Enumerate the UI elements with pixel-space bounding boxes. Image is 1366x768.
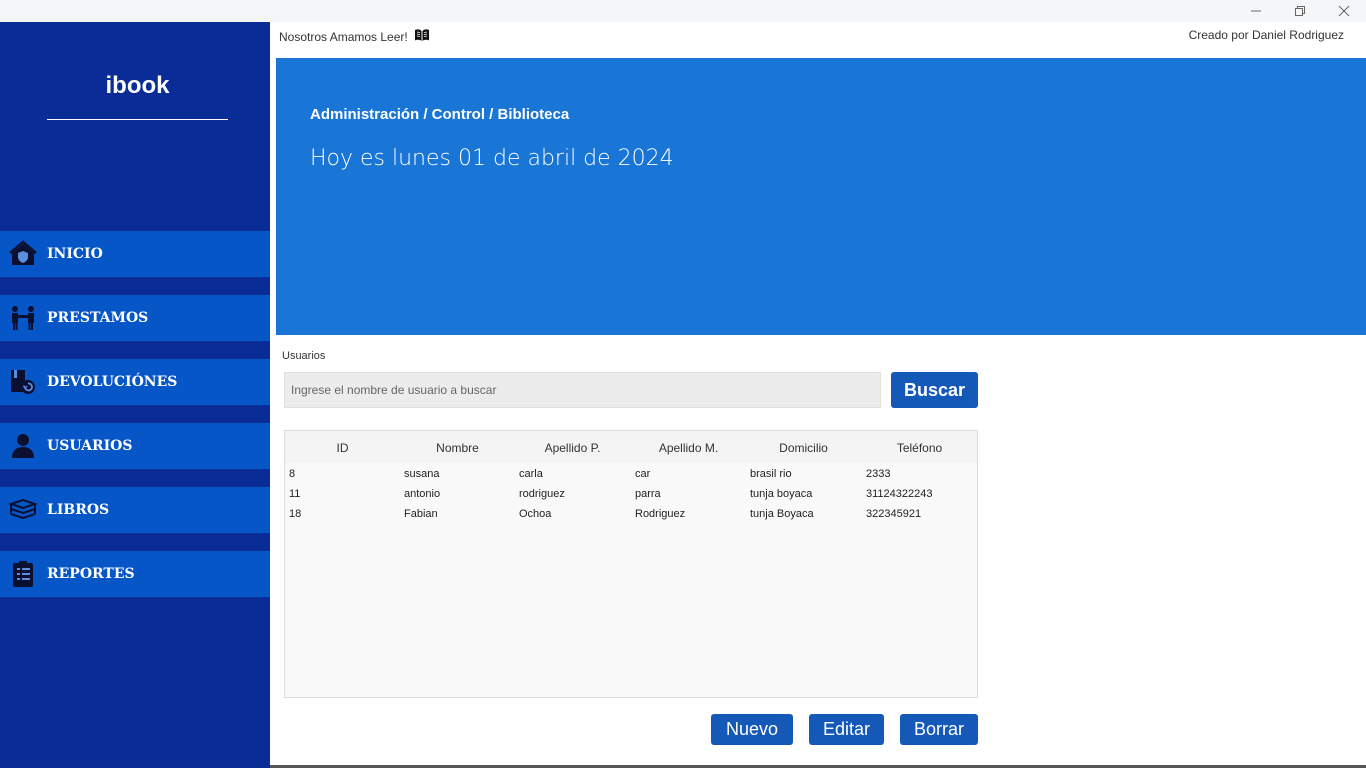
open-book-icon xyxy=(414,28,430,45)
cell-domicilio: tunja Boyaca xyxy=(750,508,814,520)
header-banner: Administración / Control / Biblioteca Ho… xyxy=(276,58,1366,335)
section-title: Usuarios xyxy=(282,350,326,362)
new-button[interactable]: Nuevo xyxy=(711,714,793,745)
user-icon xyxy=(9,432,37,460)
home-shield-icon xyxy=(9,240,37,268)
cell-id: 18 xyxy=(289,508,302,520)
book-return-icon xyxy=(9,368,37,396)
column-header-id[interactable]: ID xyxy=(285,431,400,465)
brand-title: ibook xyxy=(105,72,170,99)
slogan: Nosotros Amamos Leer! xyxy=(279,28,430,45)
sidebar-item-prestamos[interactable]: PRESTAMOS xyxy=(0,295,270,341)
table-row[interactable]: 11 antonio rodriguez parra tunja boyaca … xyxy=(285,484,977,504)
window-titlebar xyxy=(0,0,1366,22)
cell-telefono: 322345921 xyxy=(866,508,922,520)
column-header-nombre[interactable]: Nombre xyxy=(400,431,515,465)
cell-domicilio: tunja boyaca xyxy=(750,488,813,500)
cell-apellido-m: parra xyxy=(635,488,661,500)
column-header-apellido-p[interactable]: Apellido P. xyxy=(515,431,630,465)
column-header-domicilio[interactable]: Domicilio xyxy=(746,431,861,465)
delete-button[interactable]: Borrar xyxy=(900,714,978,745)
cell-apellido-p: carla xyxy=(519,468,543,480)
sidebar-item-inicio[interactable]: INICIO xyxy=(0,231,270,277)
cell-telefono: 31124322243 xyxy=(866,488,933,500)
table-row[interactable]: 8 susana carla car brasil rio 2333 xyxy=(285,464,977,484)
cell-id: 11 xyxy=(289,488,301,500)
sidebar-item-label: REPORTES xyxy=(47,566,135,582)
sidebar-item-label: DEVOLUCIÓNES xyxy=(47,374,178,390)
users-table: ID Nombre Apellido P. Apellido M. Domici… xyxy=(284,430,978,698)
cell-apellido-m: Rodriguez xyxy=(635,508,686,520)
cell-nombre: antonio xyxy=(404,488,441,500)
sidebar-item-usuarios[interactable]: USUARIOS xyxy=(0,423,270,469)
column-header-telefono[interactable]: Teléfono xyxy=(862,431,977,465)
sidebar-item-reportes[interactable]: REPORTES xyxy=(0,551,270,597)
close-icon[interactable] xyxy=(1322,0,1366,22)
sidebar-item-label: PRESTAMOS xyxy=(47,310,149,326)
table-header: ID Nombre Apellido P. Apellido M. Domici… xyxy=(285,431,977,463)
cell-apellido-p: rodriguez xyxy=(519,488,565,500)
sidebar-item-label: LIBROS xyxy=(47,502,110,518)
table-row[interactable]: 18 Fabian Ochoa Rodriguez tunja Boyaca 3… xyxy=(285,504,977,524)
date-heading: Hoy es lunes 01 de abril de 2024 xyxy=(310,146,674,171)
search-input[interactable] xyxy=(284,372,881,408)
cell-telefono: 2333 xyxy=(866,468,891,480)
column-header-apellido-m[interactable]: Apellido M. xyxy=(631,431,746,465)
sidebar-item-libros[interactable]: LIBROS xyxy=(0,487,270,533)
sidebar-item-devoluciones[interactable]: DEVOLUCIÓNES xyxy=(0,359,270,405)
sidebar-item-label: USUARIOS xyxy=(47,438,133,454)
edit-button[interactable]: Editar xyxy=(809,714,884,745)
books-stack-icon xyxy=(9,496,37,524)
handshake-people-icon xyxy=(9,304,37,332)
minimize-icon[interactable] xyxy=(1234,0,1278,22)
credit-text: Creado por Daniel Rodriguez xyxy=(1188,28,1344,42)
cell-apellido-m: car xyxy=(635,468,651,480)
cell-domicilio: brasil rio xyxy=(750,468,792,480)
clipboard-list-icon xyxy=(9,560,37,588)
sidebar-item-label: INICIO xyxy=(47,246,103,262)
restore-icon[interactable] xyxy=(1278,0,1322,22)
cell-nombre: Fabian xyxy=(404,508,438,520)
cell-nombre: susana xyxy=(404,468,440,480)
search-button[interactable]: Buscar xyxy=(891,372,978,408)
sidebar: ibook INICIO PRESTAMOS DEVOLUCIÓNES USUA… xyxy=(0,22,270,768)
cell-id: 8 xyxy=(289,468,296,480)
brand-divider xyxy=(47,119,228,120)
slogan-text: Nosotros Amamos Leer! xyxy=(279,29,408,44)
cell-apellido-p: Ochoa xyxy=(519,508,552,520)
breadcrumb: Administración / Control / Biblioteca xyxy=(310,106,570,123)
